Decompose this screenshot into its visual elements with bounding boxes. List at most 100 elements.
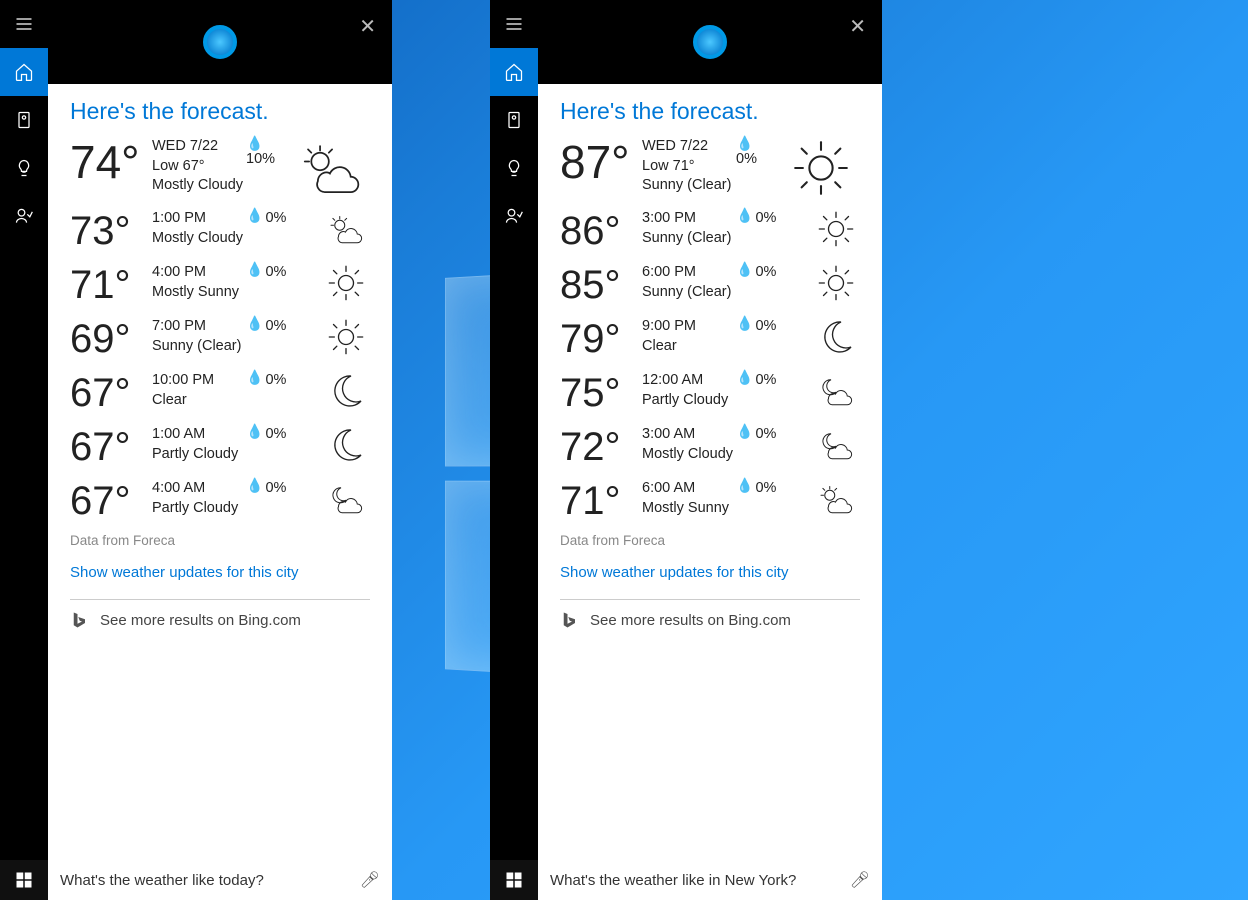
taskbar: 🎤︎ [490, 860, 882, 900]
hour-precip: 0% [265, 371, 286, 390]
bing-results-link[interactable]: See more results on Bing.com [70, 610, 370, 630]
hour-precip: 0% [265, 317, 286, 336]
forecast-current: 87° WED 7/22 Low 71° Sunny (Clear) 💧0% [560, 137, 860, 199]
search-input[interactable] [60, 872, 360, 889]
forecast-hour-row: 85°6:00 PMSunny (Clear)💧0% [560, 263, 860, 307]
forecast-title: Here's the forecast. [560, 98, 860, 125]
hour-precip: 0% [265, 209, 286, 228]
hour-precip: 0% [755, 479, 776, 498]
hour-time: 9:00 PM [642, 317, 736, 337]
home-icon[interactable] [490, 48, 538, 96]
search-box[interactable]: 🎤︎ [538, 860, 882, 900]
drop-icon: 💧 [736, 209, 753, 222]
hour-precip: 0% [265, 479, 286, 498]
show-updates-link[interactable]: Show weather updates for this city [560, 564, 860, 581]
current-date: WED 7/22 [152, 137, 246, 157]
hour-time: 4:00 PM [152, 263, 246, 283]
cortana-panel: ✕ Here's the forecast. 87° WED 7/22 Low … [538, 0, 882, 860]
current-precip: 10% [246, 150, 275, 169]
drop-icon: 💧 [246, 263, 263, 276]
weather-icon [288, 479, 370, 519]
drop-icon: 💧 [246, 371, 263, 384]
drop-icon: 💧 [246, 317, 263, 330]
lightbulb-icon[interactable] [490, 144, 538, 192]
hour-temp: 79° [560, 317, 642, 361]
forecast-title: Here's the forecast. [70, 98, 370, 125]
weather-icon [288, 371, 370, 411]
hour-precip: 0% [755, 209, 776, 228]
weather-icon [288, 425, 370, 465]
hour-temp: 86° [560, 209, 642, 253]
bing-results-link[interactable]: See more results on Bing.com [560, 610, 860, 630]
forecast-hour-row: 86°3:00 PMSunny (Clear)💧0% [560, 209, 860, 253]
drop-icon: 💧 [736, 479, 753, 492]
hour-temp: 72° [560, 425, 642, 469]
forecast-hour-row: 79°9:00 PMClear💧0% [560, 317, 860, 361]
hamburger-menu-icon[interactable] [490, 0, 538, 48]
current-low: Low 71° [642, 157, 736, 177]
bing-icon [70, 610, 88, 630]
search-input[interactable] [550, 872, 850, 889]
notebook-icon[interactable] [0, 96, 48, 144]
hour-precip: 0% [755, 263, 776, 282]
hour-time: 4:00 AM [152, 479, 246, 499]
hour-cond: Partly Cloudy [152, 499, 246, 519]
cortana-logo-icon [693, 25, 727, 59]
hour-cond: Sunny (Clear) [642, 283, 736, 303]
forecast-hour-row: 69°7:00 PMSunny (Clear)💧0% [70, 317, 370, 361]
microphone-icon[interactable]: 🎤︎ [850, 870, 870, 890]
lightbulb-icon[interactable] [0, 144, 48, 192]
hour-cond: Mostly Cloudy [152, 229, 246, 249]
weather-icon [778, 209, 860, 249]
drop-icon: 💧 [736, 317, 753, 330]
show-updates-link[interactable]: Show weather updates for this city [70, 564, 370, 581]
forecast-hour-row: 71°6:00 AMMostly Sunny💧0% [560, 479, 860, 523]
weather-icon [778, 317, 860, 357]
hour-time: 12:00 AM [642, 371, 736, 391]
hour-temp: 71° [560, 479, 642, 523]
current-temp: 74° [70, 137, 152, 188]
close-icon[interactable]: ✕ [849, 14, 866, 39]
start-button[interactable] [0, 860, 48, 900]
hour-precip: 0% [265, 263, 286, 282]
feedback-icon[interactable] [0, 192, 48, 240]
drop-icon: 💧 [736, 425, 753, 438]
forecast-hour-row: 72°3:00 AMMostly Cloudy💧0% [560, 425, 860, 469]
bing-icon [560, 610, 578, 630]
forecast-hour-row: 71°4:00 PMMostly Sunny💧0% [70, 263, 370, 307]
weather-icon [288, 137, 370, 199]
hour-cond: Sunny (Clear) [642, 229, 736, 249]
data-source: Data from Foreca [560, 533, 860, 548]
hour-precip: 0% [755, 371, 776, 390]
notebook-icon[interactable] [490, 96, 538, 144]
cortana-sidebar [490, 0, 538, 860]
hour-temp: 75° [560, 371, 642, 415]
current-date: WED 7/22 [642, 137, 736, 157]
weather-icon [288, 209, 370, 249]
hour-temp: 85° [560, 263, 642, 307]
weather-icon [288, 317, 370, 357]
search-box[interactable]: 🎤︎ [48, 860, 392, 900]
forecast-hour-row: 67°1:00 AMPartly Cloudy💧0% [70, 425, 370, 469]
hour-cond: Sunny (Clear) [152, 337, 246, 357]
current-low: Low 67° [152, 157, 246, 177]
cortana-sidebar [0, 0, 48, 860]
home-icon[interactable] [0, 48, 48, 96]
close-icon[interactable]: ✕ [359, 14, 376, 39]
hour-time: 1:00 PM [152, 209, 246, 229]
hour-time: 6:00 PM [642, 263, 736, 283]
forecast-hour-row: 73°1:00 PMMostly Cloudy💧0% [70, 209, 370, 253]
hour-precip: 0% [755, 317, 776, 336]
feedback-icon[interactable] [490, 192, 538, 240]
start-button[interactable] [490, 860, 538, 900]
cortana-panel: ✕ Here's the forecast. 74° WED 7/22 Low … [48, 0, 392, 860]
weather-icon [778, 425, 860, 465]
hour-temp: 71° [70, 263, 152, 307]
microphone-icon[interactable]: 🎤︎ [360, 870, 380, 890]
cortana-logo-icon [203, 25, 237, 59]
hour-cond: Partly Cloudy [642, 391, 736, 411]
current-precip: 0% [736, 150, 757, 169]
hamburger-menu-icon[interactable] [0, 0, 48, 48]
drop-icon: 💧 [246, 137, 263, 150]
current-cond: Mostly Cloudy [152, 176, 246, 196]
